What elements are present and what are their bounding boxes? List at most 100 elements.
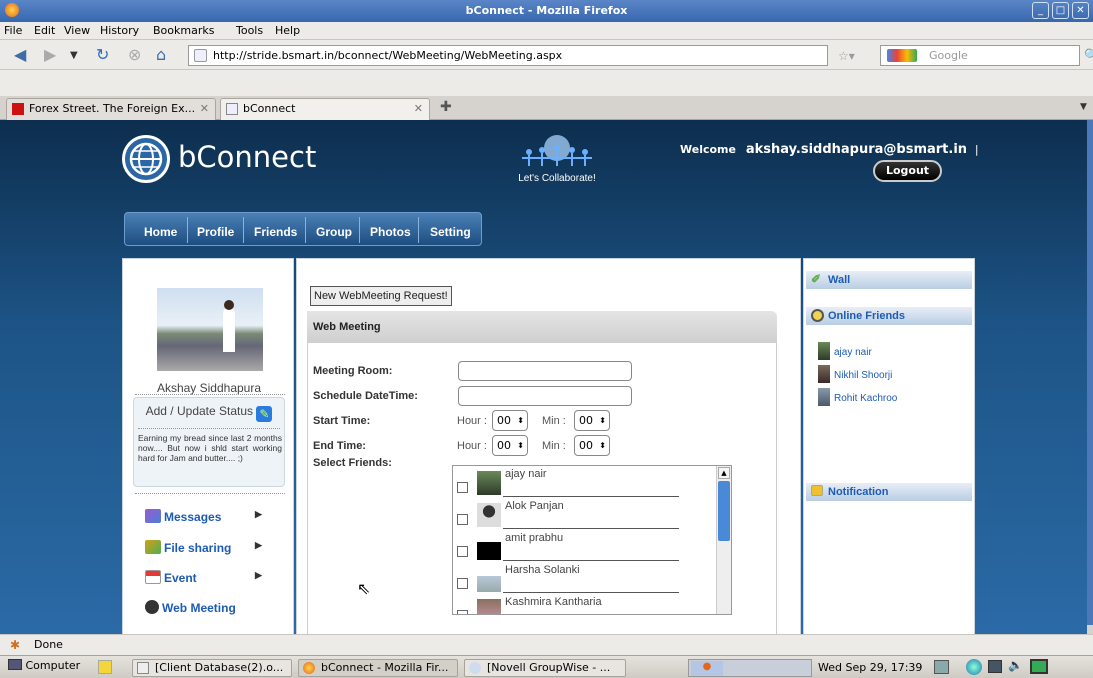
sidebar-item-file-sharing[interactable]: File sharing ▶ (145, 540, 262, 555)
start-min-select[interactable]: 00 ⬍ (574, 410, 610, 431)
back-icon[interactable]: ◀ (14, 45, 26, 64)
sidebar-item-web-meeting[interactable]: Web Meeting (145, 600, 236, 615)
search-icon[interactable]: 🔍 (1084, 48, 1093, 62)
network-icon[interactable] (966, 659, 982, 675)
sidebar-item-messages[interactable]: Messages ▶ (145, 509, 262, 524)
notification-icon (811, 485, 823, 496)
history-dropdown-icon[interactable]: ▼ (70, 50, 78, 61)
menu-file[interactable]: File (4, 24, 22, 37)
start-time-label: Start Time: (313, 415, 371, 427)
menu-tools[interactable]: Tools (236, 24, 263, 37)
site-identity-icon[interactable] (194, 49, 207, 62)
monitor-icon[interactable] (1030, 659, 1048, 674)
list-item[interactable]: ajay nair (453, 466, 679, 498)
spinner-icon: ⬍ (517, 441, 524, 450)
display-icon[interactable] (988, 660, 1002, 673)
profile-name: Akshay Siddhapura (156, 381, 262, 395)
taskbar-item-firefox[interactable]: bConnect - Mozilla Fir... (298, 659, 458, 677)
wall-header[interactable]: ✐ Wall (806, 271, 972, 289)
meeting-room-input[interactable] (458, 361, 632, 381)
nav-setting[interactable]: Setting (430, 225, 471, 239)
profile-photo[interactable] (157, 288, 263, 371)
friend-select-list[interactable]: ajay nair Alok Panjan amit prabhu Harsha… (452, 465, 732, 615)
firefox-icon (303, 662, 315, 674)
home-icon[interactable]: ⌂ (156, 45, 166, 64)
menu-edit[interactable]: Edit (34, 24, 55, 37)
nav-group[interactable]: Group (316, 225, 352, 239)
friend-checkbox[interactable] (457, 514, 468, 525)
window-titlebar: bConnect - Mozilla Firefox _ □ ✕ (0, 0, 1093, 22)
workspace-switcher[interactable]: ● (688, 659, 812, 677)
page-scrollbar[interactable] (1087, 120, 1093, 634)
list-item[interactable]: Kashmira Kantharia (453, 594, 679, 614)
volume-icon[interactable]: 🔈 (1008, 658, 1023, 672)
new-webmeeting-request-button[interactable]: New WebMeeting Request! (310, 286, 452, 306)
taskbar-item-groupwise[interactable]: [Novell GroupWise - ... (464, 659, 626, 677)
logout-button[interactable]: Logout (873, 160, 942, 182)
reload-icon[interactable]: ↻ (96, 45, 109, 64)
file-sharing-icon (145, 540, 161, 554)
menu-view[interactable]: View (64, 24, 90, 37)
forward-icon[interactable]: ▶ (44, 45, 56, 64)
nav-profile[interactable]: Profile (197, 225, 234, 239)
list-item[interactable]: amit prabhu (453, 530, 679, 562)
minimize-button[interactable]: _ (1032, 2, 1049, 19)
list-item[interactable]: Harsha Solanki (453, 562, 679, 594)
friend-checkbox[interactable] (457, 578, 468, 589)
expand-arrow-icon[interactable]: ▶ (255, 509, 262, 520)
notes-icon[interactable] (98, 660, 112, 674)
navigation-toolbar: ◀ ▶ ▼ ↻ ⊗ ⌂ http://stride.bsmart.in/bcon… (0, 40, 1093, 70)
scroll-thumb[interactable] (718, 481, 730, 541)
tab-bar: Forex Street. The Foreign Ex... ✕ bConne… (0, 96, 1093, 120)
online-friend-item[interactable]: ajay nair (818, 342, 872, 360)
new-tab-icon[interactable]: ✚ (440, 99, 452, 115)
taskbar-item-client-database[interactable]: [Client Database(2).o... (132, 659, 292, 677)
friend-checkbox[interactable] (457, 610, 468, 614)
messages-icon (145, 509, 161, 523)
tab-bconnect[interactable]: bConnect ✕ (220, 98, 430, 120)
end-min-select[interactable]: 00 ⬍ (574, 435, 610, 456)
calendar-tray-icon[interactable] (934, 660, 949, 674)
menu-history[interactable]: History (100, 24, 139, 37)
friend-checkbox[interactable] (457, 546, 468, 557)
stop-icon[interactable]: ⊗ (128, 45, 141, 64)
tab-forex[interactable]: Forex Street. The Foreign Ex... ✕ (6, 98, 216, 120)
site-logo-text[interactable]: bConnect (178, 140, 316, 174)
maximize-button[interactable]: □ (1052, 2, 1069, 19)
nav-friends[interactable]: Friends (254, 225, 297, 239)
scroll-up-icon[interactable]: ▲ (718, 467, 730, 479)
close-window-button[interactable]: ✕ (1072, 2, 1089, 19)
left-sidebar: Akshay Siddhapura Add / Update Status ✎ … (122, 258, 294, 634)
expand-arrow-icon[interactable]: ▶ (255, 570, 262, 581)
end-hour-select[interactable]: 00 ⬍ (492, 435, 528, 456)
friend-checkbox[interactable] (457, 482, 468, 493)
bookmark-star-icon[interactable]: ☆▾ (838, 49, 855, 63)
update-status-button[interactable]: Add / Update Status ✎ (134, 404, 284, 422)
close-tab-icon[interactable]: ✕ (200, 99, 209, 119)
notification-header[interactable]: Notification (806, 483, 972, 501)
sidebar-item-event[interactable]: Event ▶ (145, 570, 262, 585)
computer-menu-button[interactable]: Computer (8, 659, 80, 672)
schedule-datetime-input[interactable] (458, 386, 632, 406)
search-engine-icon[interactable] (887, 49, 917, 62)
avatar (818, 342, 830, 360)
search-input[interactable]: Google (880, 45, 1080, 66)
url-bar[interactable]: http://stride.bsmart.in/bconnect/WebMeet… (188, 45, 828, 66)
list-item[interactable]: Alok Panjan (453, 498, 679, 530)
nav-home[interactable]: Home (144, 225, 177, 239)
main-panel: New WebMeeting Request! Web Meeting Meet… (296, 258, 801, 634)
online-friend-item[interactable]: Rohit Kachroo (818, 388, 897, 406)
tab-list-icon[interactable]: ▼ (1080, 102, 1087, 112)
nav-photos[interactable]: Photos (370, 225, 411, 239)
close-tab-icon[interactable]: ✕ (414, 99, 423, 119)
expand-arrow-icon[interactable]: ▶ (255, 540, 262, 551)
page-content: bConnect Let's Collaborate! Welcome aksh… (0, 120, 1087, 634)
start-hour-select[interactable]: 00 ⬍ (492, 410, 528, 431)
menu-bookmarks[interactable]: Bookmarks (153, 24, 214, 37)
menu-help[interactable]: Help (275, 24, 300, 37)
clock[interactable]: Wed Sep 29, 17:39 (818, 661, 922, 674)
pencil-icon: ✎ (256, 406, 273, 422)
online-friends-header[interactable]: Online Friends (806, 307, 972, 325)
friend-list-scrollbar[interactable]: ▲ (716, 466, 731, 614)
online-friend-item[interactable]: Nikhil Shoorji (818, 365, 892, 383)
